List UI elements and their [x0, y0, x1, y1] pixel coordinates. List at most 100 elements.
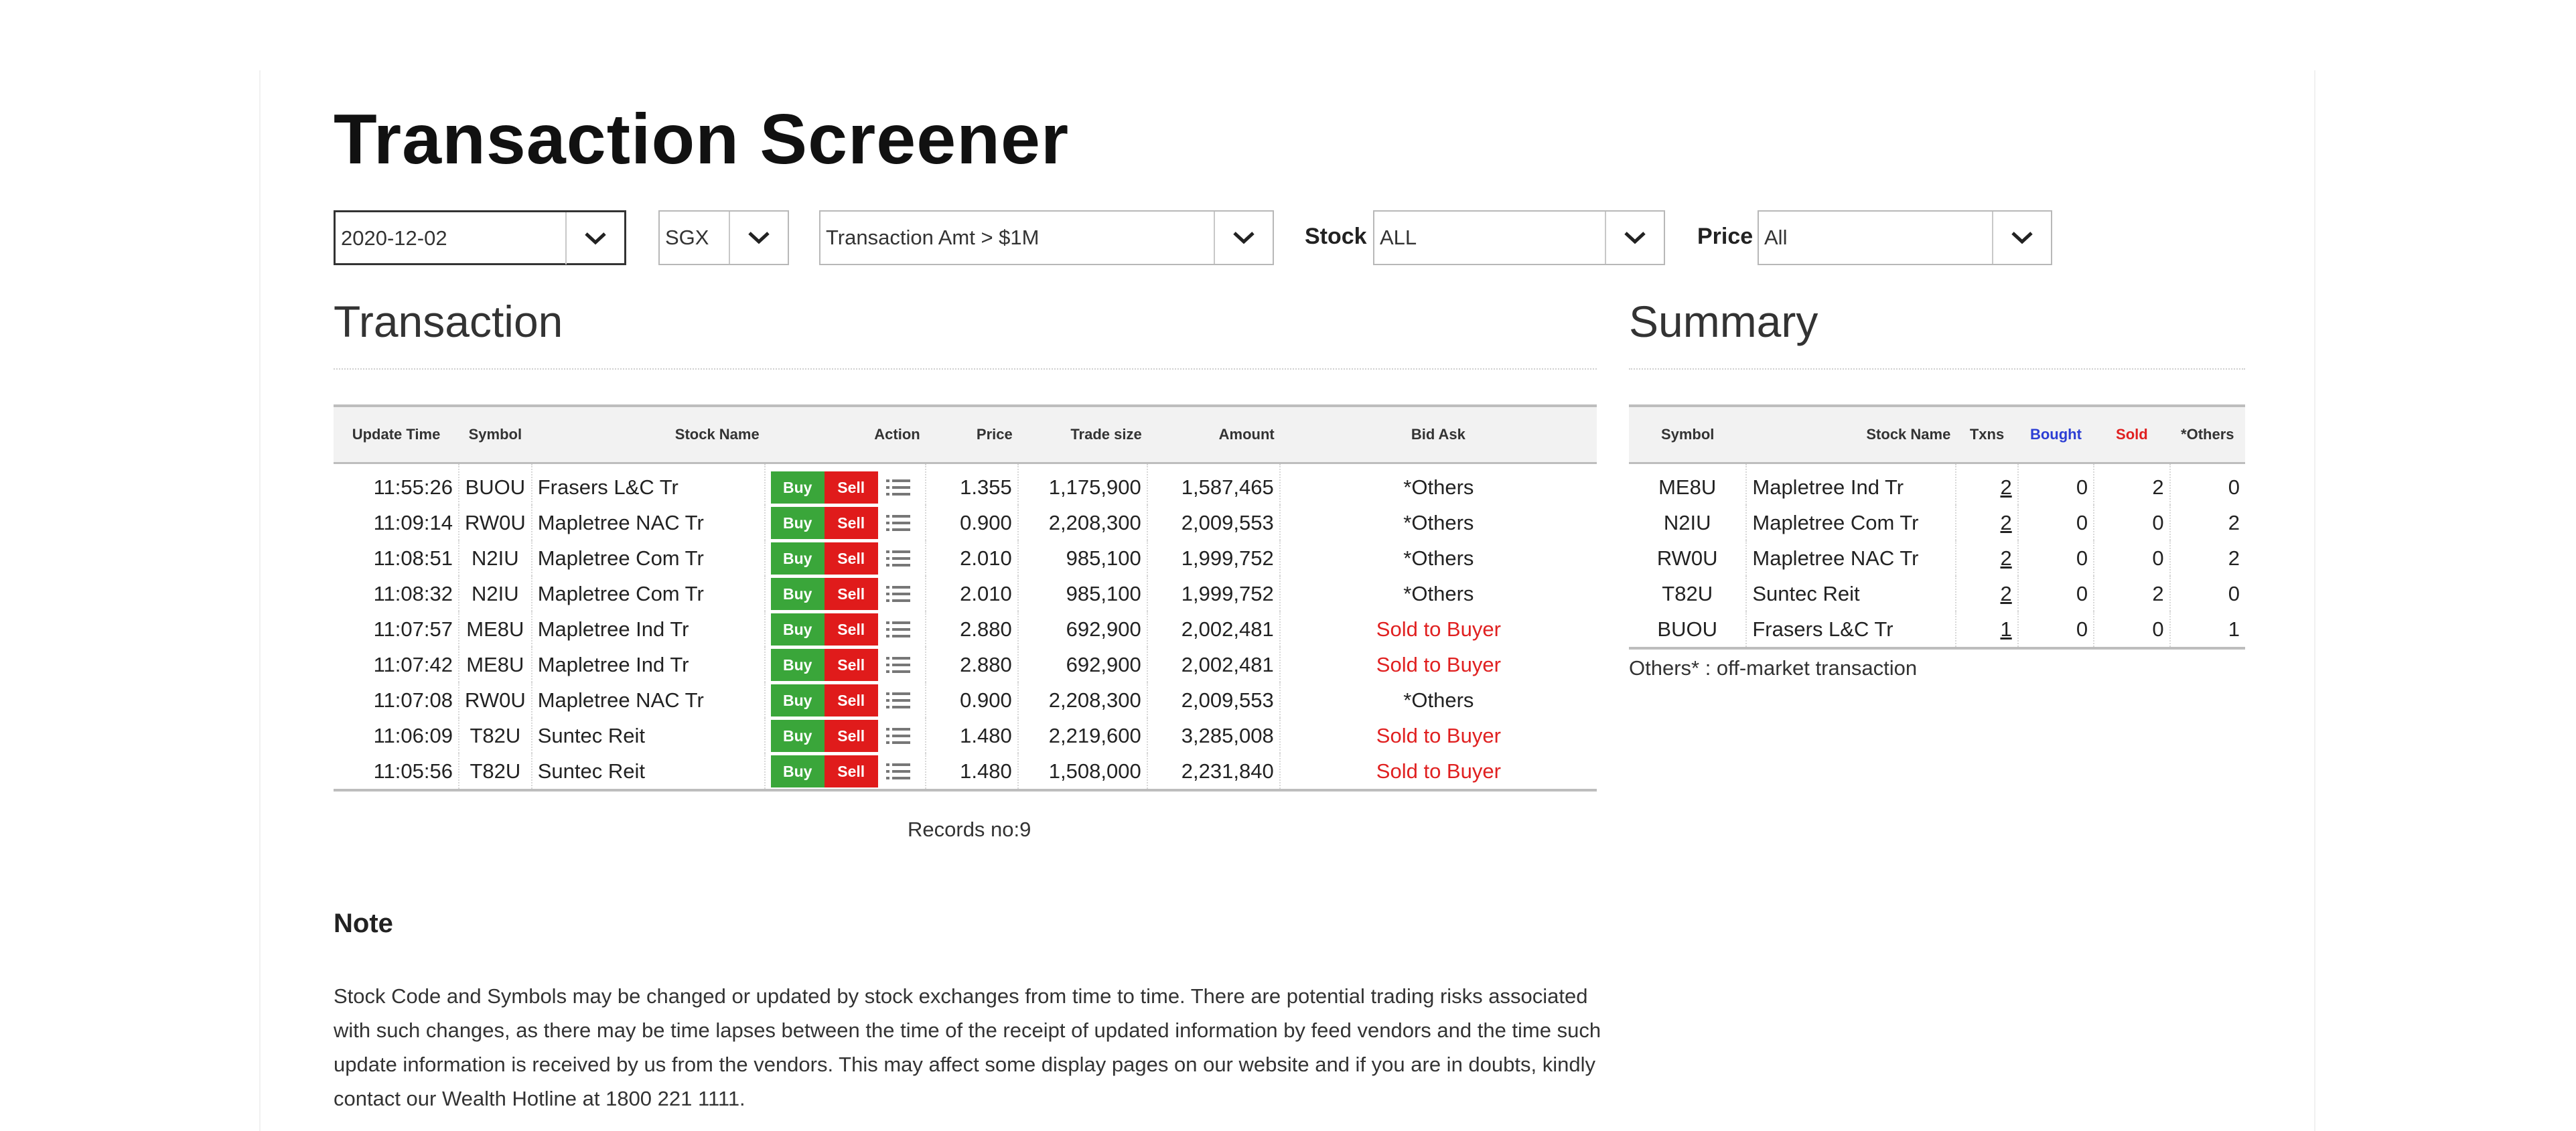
- cell-action: Buy Sell: [764, 576, 926, 611]
- col-header-txns[interactable]: Txns: [1956, 406, 2018, 463]
- col-header-bought[interactable]: Bought: [2017, 406, 2094, 463]
- cell-price: 2.010: [925, 540, 1019, 576]
- cell-txns: 2: [1956, 505, 2019, 540]
- cell-update-time: 11:07:08: [334, 682, 459, 718]
- cell-others: 2: [2228, 510, 2240, 534]
- date-select[interactable]: 2020-12-02: [334, 210, 626, 265]
- sell-button[interactable]: Sell: [824, 542, 878, 575]
- table-row: T82U Suntec Reit 2 0 2 0: [1629, 576, 2245, 611]
- cell-bought: 0: [2017, 540, 2095, 576]
- table-row: 11:08:32 N2IU Mapletree Com Tr Buy Sell 2.010…: [334, 576, 1597, 611]
- col-header-others[interactable]: *Others: [2169, 406, 2245, 463]
- cell-trade-size: 2,208,300: [1017, 682, 1148, 718]
- chevron-down-icon: [729, 212, 788, 264]
- cell-symbol: ME8U: [1629, 463, 1747, 505]
- list-icon[interactable]: [885, 583, 912, 605]
- cell-amount: 2,002,481: [1147, 647, 1281, 682]
- list-icon[interactable]: [885, 654, 912, 676]
- txns-link[interactable]: 2: [2000, 546, 2011, 570]
- buy-button[interactable]: Buy: [770, 613, 825, 646]
- list-icon[interactable]: [885, 760, 912, 783]
- col-header-stock-name[interactable]: Stock Name: [531, 406, 765, 463]
- table-header-row: Update Time Symbol Stock Name Action Pri…: [334, 406, 1597, 463]
- sell-button[interactable]: Sell: [824, 684, 878, 717]
- cell-action: Buy Sell: [764, 753, 926, 790]
- txns-link[interactable]: 2: [2000, 511, 2011, 534]
- buy-button[interactable]: Buy: [770, 542, 825, 575]
- col-header-price[interactable]: Price: [925, 406, 1018, 463]
- sell-button[interactable]: Sell: [824, 719, 878, 752]
- cell-amount: 2,002,481: [1147, 611, 1281, 647]
- col-header-trade-size[interactable]: Trade size: [1017, 406, 1147, 463]
- cell-symbol: T82U: [1629, 576, 1747, 611]
- cell-action: Buy Sell: [764, 682, 926, 718]
- buy-button[interactable]: Buy: [770, 471, 825, 504]
- sell-button[interactable]: Sell: [824, 471, 878, 504]
- exchange-select[interactable]: SGX: [658, 210, 789, 265]
- summary-divider: [1629, 368, 2245, 370]
- cell-bought: 0: [2017, 505, 2095, 540]
- cell-stock-name: Mapletree Ind Tr: [1746, 463, 1957, 505]
- cell-action: Buy Sell: [764, 611, 926, 647]
- list-icon[interactable]: [885, 725, 912, 747]
- table-header-row: Symbol Stock Name Txns Bought Sold *Othe…: [1629, 406, 2245, 463]
- cell-stock-name: Suntec Reit: [1746, 576, 1957, 611]
- txns-link[interactable]: 1: [2000, 617, 2011, 641]
- col-header-amount[interactable]: Amount: [1147, 406, 1280, 463]
- cell-bought: 0: [2017, 463, 2095, 505]
- cell-symbol: N2IU: [459, 540, 532, 576]
- cell-amount: 2,009,553: [1147, 505, 1281, 540]
- cell-stock-name: Frasers L&C Tr: [531, 463, 766, 505]
- col-header-stock-name[interactable]: Stock Name: [1746, 406, 1956, 463]
- sell-button[interactable]: Sell: [824, 755, 878, 787]
- cell-action: Buy Sell: [764, 647, 926, 682]
- list-icon[interactable]: [885, 547, 912, 570]
- cell-others: 0: [2228, 475, 2240, 499]
- cell-trade-size: 1,175,900: [1017, 463, 1148, 505]
- price-select-value: All: [1764, 226, 1788, 249]
- criteria-select[interactable]: Transaction Amt > $1M: [819, 210, 1274, 265]
- list-icon[interactable]: [885, 512, 912, 534]
- cell-symbol: RW0U: [459, 682, 532, 718]
- price-label: Price: [1697, 224, 1754, 249]
- stock-select-value: ALL: [1380, 226, 1417, 249]
- cell-others: 2: [2228, 546, 2240, 570]
- cell-stock-name: Mapletree NAC Tr: [1746, 540, 1957, 576]
- summary-heading: Summary: [1629, 297, 1818, 346]
- buy-button[interactable]: Buy: [770, 719, 825, 752]
- sell-button[interactable]: Sell: [824, 506, 878, 539]
- col-header-update-time[interactable]: Update Time: [334, 406, 459, 463]
- txns-link[interactable]: 2: [2000, 582, 2011, 605]
- col-header-symbol[interactable]: Symbol: [459, 406, 532, 463]
- cell-action: Buy Sell: [764, 718, 926, 753]
- cell-price: 0.900: [925, 682, 1019, 718]
- cell-symbol: N2IU: [459, 576, 532, 611]
- stock-select[interactable]: ALL: [1373, 210, 1665, 265]
- cell-amount: 3,285,008: [1147, 718, 1281, 753]
- sell-button[interactable]: Sell: [824, 648, 878, 681]
- list-icon[interactable]: [885, 618, 912, 641]
- list-icon[interactable]: [885, 476, 912, 499]
- chevron-down-icon: [1214, 212, 1273, 264]
- table-row: 11:07:57 ME8U Mapletree Ind Tr Buy Sell 2.880…: [334, 611, 1597, 647]
- cell-amount: 1,587,465: [1147, 463, 1281, 505]
- buy-button[interactable]: Buy: [770, 684, 825, 717]
- page-title: Transaction Screener: [334, 100, 1070, 179]
- sell-button[interactable]: Sell: [824, 577, 878, 610]
- cell-txns: 2: [1956, 576, 2019, 611]
- buy-button[interactable]: Buy: [770, 506, 825, 539]
- table-row: ME8U Mapletree Ind Tr 2 0 2 0: [1629, 463, 2245, 505]
- cell-others: 1: [2228, 617, 2240, 641]
- col-header-symbol[interactable]: Symbol: [1629, 406, 1747, 463]
- cell-stock-name: Mapletree Ind Tr: [531, 647, 766, 682]
- txns-link[interactable]: 2: [2000, 475, 2011, 499]
- col-header-sold[interactable]: Sold: [2094, 406, 2170, 463]
- sell-button[interactable]: Sell: [824, 613, 878, 646]
- col-header-bid-ask[interactable]: Bid Ask: [1279, 406, 1597, 463]
- cell-action: Buy Sell: [764, 463, 926, 505]
- buy-button[interactable]: Buy: [770, 648, 825, 681]
- price-select[interactable]: All: [1758, 210, 2052, 265]
- buy-button[interactable]: Buy: [770, 577, 825, 610]
- list-icon[interactable]: [885, 689, 912, 712]
- buy-button[interactable]: Buy: [770, 755, 825, 787]
